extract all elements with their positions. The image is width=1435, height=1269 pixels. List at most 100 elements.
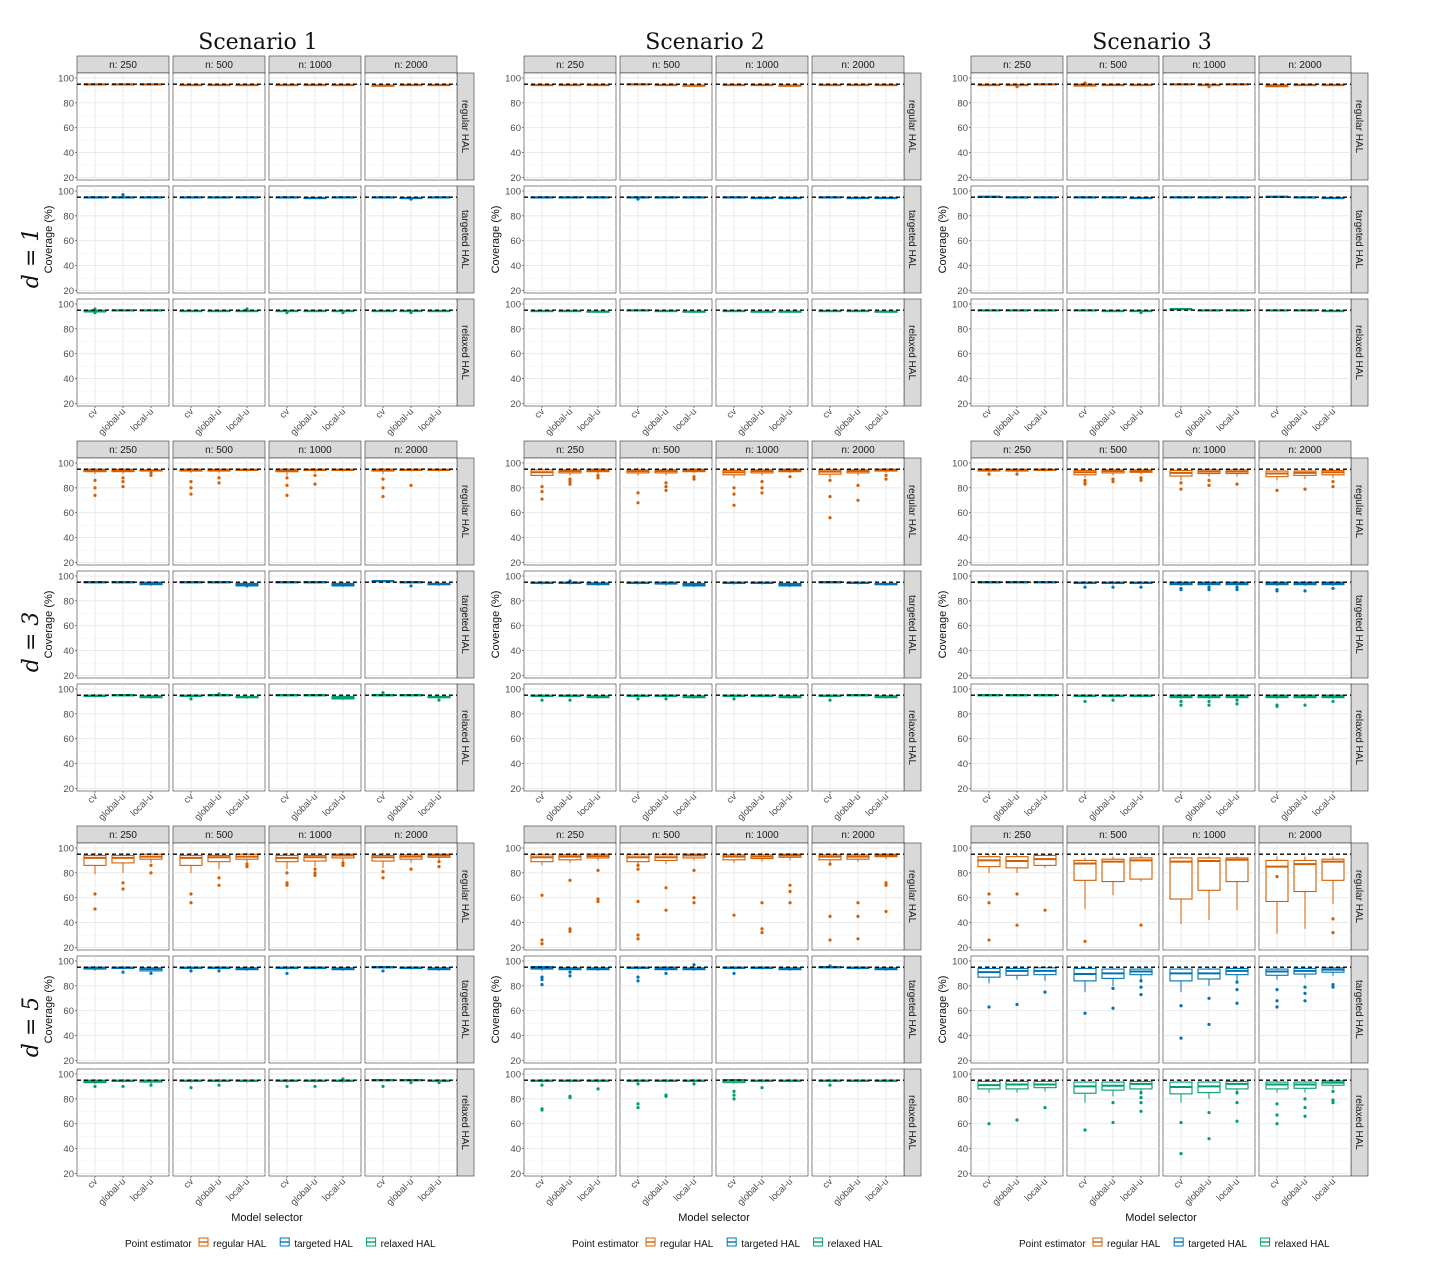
facet-strip-label: n: 2000	[394, 445, 428, 456]
boxplot-local-u	[1129, 196, 1153, 200]
boxplot-global-u	[207, 83, 231, 87]
outlier-point	[1111, 1006, 1115, 1010]
legend-title: Point estimator	[572, 1239, 639, 1250]
y-tick-label: 80	[510, 483, 521, 494]
y-tick-label: 80	[510, 981, 521, 992]
outlier-point	[1275, 589, 1279, 593]
y-tick-label: 100	[505, 1069, 521, 1080]
y-axis-title: Coverage (%)	[490, 976, 502, 1044]
y-tick-label: 20	[957, 399, 968, 410]
outlier-point	[93, 478, 97, 482]
x-tick-label: cv	[182, 406, 197, 421]
outlier-point	[1235, 482, 1239, 486]
x-tick-label: cv	[278, 406, 293, 421]
y-tick-label: 100	[952, 299, 968, 310]
x-tick-label: local-u	[576, 1176, 604, 1204]
outlier-point	[121, 1084, 125, 1089]
legend-1: Point estimator regular HAL targeted HAL re…	[125, 1237, 436, 1250]
outlier-point	[313, 473, 317, 478]
legend-key	[198, 1237, 209, 1247]
outlier-point	[93, 311, 97, 315]
y-tick-label: 20	[63, 173, 74, 184]
boxplot-global-u	[846, 83, 870, 87]
x-tick-label: local-u	[1023, 791, 1051, 819]
outlier-point	[1303, 589, 1307, 593]
boxplot-global-u	[1101, 83, 1125, 87]
y-tick-label: 80	[63, 709, 74, 720]
outlier-point	[568, 878, 572, 882]
x-tick-label: global-u	[288, 406, 320, 438]
x-tick-label: cv	[821, 406, 836, 421]
facet-strip-label: n: 2000	[1288, 445, 1322, 456]
outlier-point	[732, 1089, 736, 1093]
panel	[1066, 457, 1160, 566]
facet-blocks: Coverage (%) n: 250 n: 500 n: 1000 n: 2000 20…	[43, 55, 1369, 1224]
boxplot-local-u	[874, 196, 898, 200]
panel	[268, 955, 362, 1064]
outlier-point	[285, 1084, 289, 1089]
y-tick-label: 60	[63, 349, 74, 360]
facet-strip-label: n: 2000	[394, 60, 428, 71]
panel	[1162, 185, 1256, 294]
y-tick-label: 60	[510, 508, 521, 519]
panel	[1258, 570, 1352, 679]
outlier-point	[1015, 472, 1019, 476]
y-tick-label: 40	[957, 1031, 968, 1042]
outlier-point	[664, 971, 668, 976]
outlier-point	[1303, 985, 1307, 989]
panel	[715, 955, 809, 1064]
panel	[619, 842, 713, 951]
outlier-point	[884, 473, 888, 478]
outlier-point	[1331, 1100, 1335, 1105]
outlier-point	[732, 971, 736, 976]
outlier-point	[437, 860, 441, 864]
panel	[1258, 1068, 1352, 1177]
row-strip-label: relaxed HAL	[906, 325, 917, 380]
outlier-point	[121, 480, 125, 484]
boxplot-local-u	[778, 84, 802, 87]
x-tick-label: local-u	[864, 791, 892, 819]
facet-block-2_1: Coverage (%) n: 250 n: 500 n: 1000 n: 2000 20…	[43, 440, 475, 823]
facet-strip-label: n: 250	[109, 60, 137, 71]
boxplot-cv	[818, 83, 842, 87]
y-tick-label: 40	[957, 759, 968, 770]
boxplot-global-u	[654, 309, 678, 313]
outlier-point	[1139, 1100, 1143, 1105]
panel	[364, 1068, 458, 1177]
x-tick-label: local-u	[321, 406, 349, 434]
panel	[268, 457, 362, 566]
boxplot-cv	[530, 83, 554, 87]
y-axis-title: Coverage (%)	[43, 591, 55, 659]
panel	[715, 1068, 809, 1177]
y-tick-label: 100	[505, 956, 521, 967]
y-tick-label: 40	[63, 374, 74, 385]
panel	[1258, 298, 1352, 407]
x-tick-label: cv	[725, 1176, 740, 1191]
boxplot-local-u	[874, 310, 898, 313]
panel	[970, 1068, 1064, 1177]
coverage-figure: Scenario 1 Scenario 2 Scenario 3 d = 1 d…	[19, 30, 1369, 1250]
legend-label: regular HAL	[1107, 1239, 1161, 1250]
d-label-1: d = 1	[19, 228, 44, 289]
panel	[1066, 842, 1160, 951]
panel	[523, 72, 617, 181]
boxplot-local-u	[427, 83, 451, 87]
boxplot-local-u	[778, 310, 802, 313]
y-tick-label: 20	[63, 558, 74, 569]
facet-block-3_3: Coverage (%) n: 250 n: 500 n: 1000 n: 2000 20…	[937, 825, 1369, 1224]
boxplot-local-u	[427, 309, 451, 313]
x-tick-label: global-u	[735, 791, 767, 823]
outlier-point	[788, 475, 792, 479]
facet-block-1_3: Coverage (%) n: 250 n: 500 n: 1000 n: 2000 20…	[937, 55, 1369, 438]
outlier-point	[189, 480, 193, 484]
y-tick-label: 80	[957, 868, 968, 879]
row-strip-label: relaxed HAL	[906, 1095, 917, 1150]
facet-strip-label: n: 250	[109, 830, 137, 841]
y-tick-label: 40	[510, 533, 521, 544]
outlier-point	[1139, 985, 1143, 989]
row-strip-label: targeted HAL	[459, 210, 470, 269]
legend-label: relaxed HAL	[1275, 1239, 1330, 1250]
facet-strip-label: n: 2000	[841, 60, 875, 71]
y-tick-label: 80	[63, 868, 74, 879]
outlier-point	[437, 865, 441, 869]
